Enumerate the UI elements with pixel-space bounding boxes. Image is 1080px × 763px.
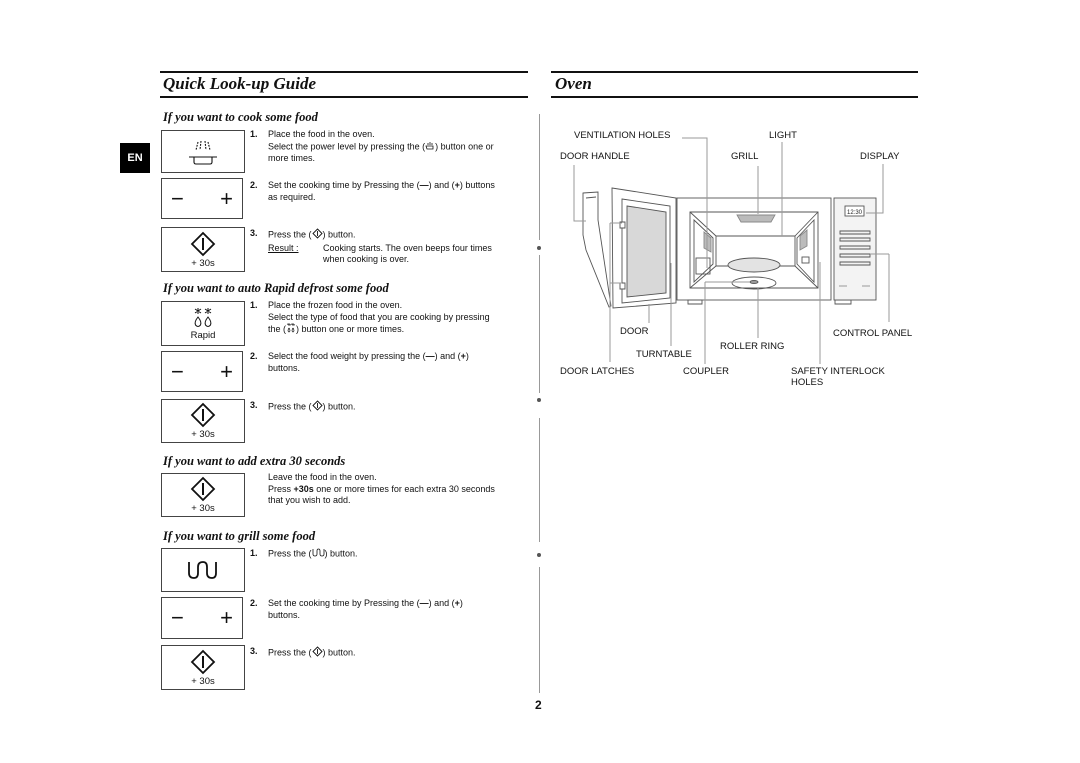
power-inline-icon (425, 141, 435, 154)
start-icon (190, 231, 216, 256)
step-defrost-1: 1. Place the frozen food in the oven. Se… (250, 300, 520, 337)
step-defrost-2: 2. Select the food weight by pressing th… (250, 351, 469, 373)
minus-icon: − (171, 185, 184, 211)
rapid-inline-icon (286, 323, 296, 337)
label-door: DOOR (620, 326, 649, 337)
panel-box-rapid: Rapid (161, 301, 245, 346)
section-heading-cook: If you want to cook some food (163, 110, 318, 124)
label-door-handle: DOOR HANDLE (560, 151, 630, 162)
panel-box-minus-plus: − + (161, 597, 243, 639)
leader-door-latches (609, 222, 622, 362)
step-grill-3: 3. Press the () button. (250, 646, 520, 661)
rapid-defrost-icon (194, 307, 212, 327)
label-light: LIGHT (769, 130, 797, 141)
left-bottom-rule (160, 96, 528, 98)
step-extra-30s: Leave the food in the oven. Press +30s o… (268, 472, 495, 505)
panel-box-power (161, 130, 245, 173)
plus-icon: + (220, 605, 233, 630)
step-grill-2: 2. Set the cooking time by Pressing the … (250, 598, 463, 620)
label-safety-interlock: SAFETY INTERLOCK (791, 366, 885, 377)
label-door-latches: DOOR LATCHES (560, 366, 635, 377)
panel-box-start: + 30s (161, 645, 245, 690)
language-badge: EN (120, 143, 150, 173)
label-turntable: TURNTABLE (636, 349, 692, 360)
page-title-quick-lookup: Quick Look-up Guide (163, 74, 316, 93)
panel-box-minus-plus: − + (161, 178, 243, 219)
display-readout: 12:30 (847, 210, 863, 216)
section-heading-grill: If you want to grill some food (163, 529, 316, 543)
divider-dot (537, 553, 541, 557)
label-roller-ring: ROLLER RING (720, 341, 785, 352)
panel-box-start: + 30s (161, 227, 245, 272)
panel-box-start: + 30s (161, 473, 245, 517)
minus-icon: − (171, 605, 184, 630)
panel-box-grill (161, 548, 245, 592)
step-grill-1: 1. Press the () button. (250, 548, 358, 561)
page-number: 2 (535, 698, 542, 712)
column-divider (539, 567, 540, 693)
start-inline-icon (311, 400, 323, 415)
right-top-rule (551, 71, 918, 73)
label-ventilation-holes: VENTILATION HOLES (574, 130, 671, 141)
start-icon (190, 402, 216, 428)
panel-box-minus-plus: − + (161, 351, 243, 392)
plus-icon: + (220, 185, 233, 211)
left-top-rule (160, 71, 528, 73)
plus-icon: + (220, 358, 233, 384)
page-title-oven: Oven (555, 74, 592, 93)
label-coupler: COUPLER (683, 366, 729, 377)
microwave-power-icon (189, 140, 217, 165)
panel-box-start: + 30s (161, 399, 245, 443)
minus-icon: − (171, 358, 184, 384)
step-cook-2: 2. Set the cooking time by Pressing the … (250, 180, 495, 202)
grill-inline-icon (312, 548, 325, 561)
leader-ventilation (682, 137, 708, 268)
step-defrost-3: 3. Press the () button. (250, 400, 520, 415)
label-control-panel: CONTROL PANEL (833, 328, 913, 339)
label-safety-interlock-holes: HOLES (791, 377, 824, 388)
door-handle-shape (582, 191, 612, 308)
start-icon (190, 649, 216, 674)
label-grill: GRILL (731, 151, 759, 162)
section-heading-extra-30s: If you want to add extra 30 seconds (163, 454, 346, 468)
label-display: DISPLAY (860, 151, 900, 162)
section-heading-defrost: If you want to auto Rapid defrost some f… (163, 281, 389, 295)
column-divider (539, 418, 540, 542)
start-icon (190, 476, 216, 502)
start-inline-icon (311, 228, 323, 243)
step-cook-3: 3. Press the () button. Result : Cooking … (250, 228, 492, 264)
right-bottom-rule (551, 96, 918, 98)
step-cook-1: 1. Place the food in the oven. Select th… (250, 129, 494, 163)
start-inline-icon (311, 646, 323, 661)
oven-cavity-frame (676, 197, 832, 301)
grill-icon (188, 561, 217, 579)
